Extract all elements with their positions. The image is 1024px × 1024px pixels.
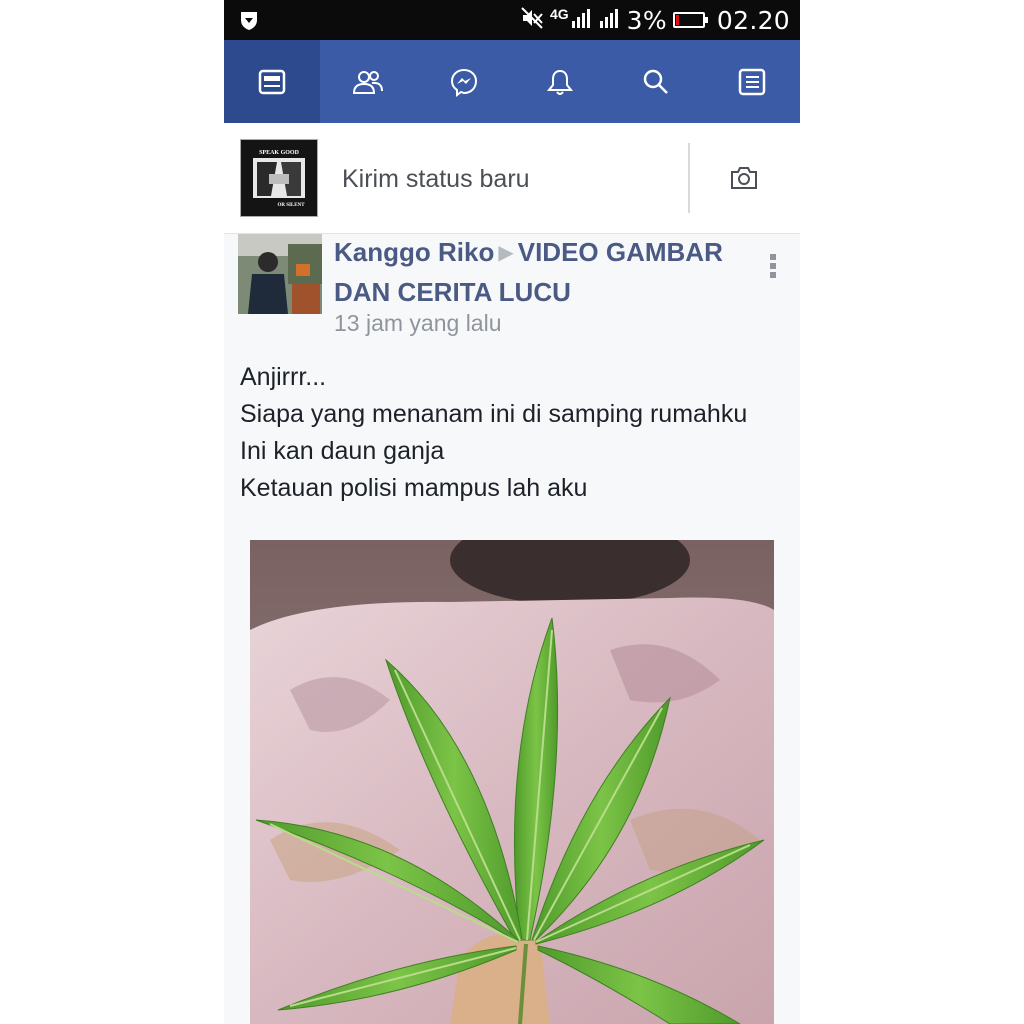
- tab-news-feed[interactable]: [224, 40, 320, 123]
- feed-post: Kanggo Riko ▶ VIDEO GAMBAR DAN CERITA LUCU…: [224, 234, 800, 1024]
- tab-search[interactable]: [608, 40, 704, 123]
- phone-screen: 4G 3% 02.20 SPEAK GOOD OR SILENT Kirim s…: [224, 0, 800, 1024]
- composer-divider: [688, 143, 690, 213]
- shield-icon: [238, 8, 260, 32]
- post-text-line: Ini kan daun ganja: [240, 437, 445, 465]
- post-header: Kanggo Riko ▶ VIDEO GAMBAR DAN CERITA LUCU: [334, 234, 744, 311]
- mute-icon: [520, 6, 544, 35]
- signal-icon: [599, 7, 621, 34]
- network-type: 4G: [549, 6, 569, 22]
- battery-icon: [672, 12, 708, 28]
- menu-icon: [738, 68, 766, 95]
- tab-menu[interactable]: [704, 40, 800, 123]
- tab-friends[interactable]: [320, 40, 416, 123]
- tab-messenger[interactable]: [416, 40, 512, 123]
- search-icon: [643, 69, 668, 94]
- post-text-line: Ketauan polisi mampus lah aku: [240, 474, 588, 502]
- avatar-text-bottom: OR SILENT: [277, 203, 305, 208]
- bell-icon: [546, 69, 574, 95]
- author-name[interactable]: Kanggo Riko: [334, 237, 494, 267]
- avatar-text-top: SPEAK GOOD: [259, 150, 300, 156]
- top-nav-bar: [224, 40, 800, 123]
- arrow-right-icon: ▶: [498, 242, 514, 264]
- camera-icon[interactable]: [729, 165, 759, 196]
- status-input[interactable]: Kirim status baru: [342, 165, 530, 194]
- post-text-line: Siapa yang menanam ini di samping rumahk…: [240, 400, 748, 428]
- post-text: Anjirrr... Siapa yang menanam ini di sam…: [240, 359, 780, 507]
- clock: 02.20: [716, 5, 790, 35]
- tab-notifications[interactable]: [512, 40, 608, 123]
- author-avatar[interactable]: [238, 234, 322, 314]
- more-options-icon[interactable]: [770, 254, 776, 281]
- messenger-icon: [450, 68, 478, 97]
- post-photo[interactable]: [250, 540, 774, 1024]
- signal-icon: [571, 7, 593, 34]
- user-avatar[interactable]: SPEAK GOOD OR SILENT: [240, 139, 318, 217]
- post-text-line: Anjirrr...: [240, 363, 327, 391]
- friends-icon: [352, 70, 383, 94]
- newsfeed-icon: [258, 69, 286, 94]
- post-timestamp[interactable]: 13 jam yang lalu: [334, 310, 502, 337]
- status-bar: 4G 3% 02.20: [224, 0, 800, 40]
- battery-percent: 3%: [626, 5, 667, 35]
- status-composer: SPEAK GOOD OR SILENT Kirim status baru: [224, 123, 800, 234]
